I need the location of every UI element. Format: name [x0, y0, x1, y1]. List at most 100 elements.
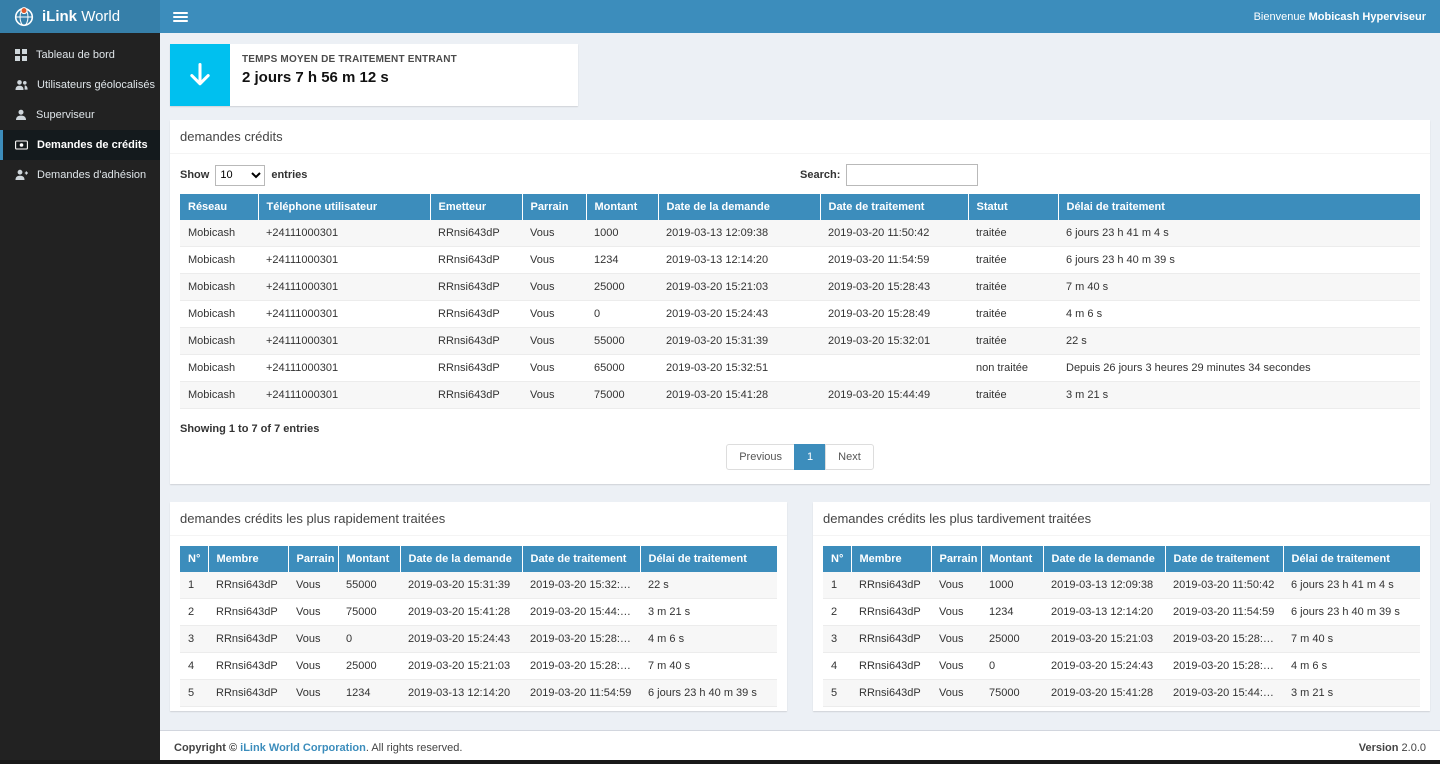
column-header[interactable]: Membre: [208, 546, 288, 572]
sidebar-item-credit-requests[interactable]: Demandes de crédits: [0, 130, 160, 160]
table-cell: Vous: [288, 599, 338, 626]
table-cell: Depuis 26 jours 3 heures 29 minutes 34 s…: [1058, 355, 1420, 382]
credits-icon: [15, 139, 28, 151]
table-row: 5RRnsi643dPVous750002019-03-20 15:41:282…: [823, 680, 1420, 707]
table-row: Mobicash+24111000301RRnsi643dPVous123420…: [180, 247, 1420, 274]
column-header[interactable]: Parrain: [931, 546, 981, 572]
sidebar-item-label: Demandes de crédits: [37, 139, 148, 151]
table-cell: 4: [823, 653, 851, 680]
sidebar-toggle-button[interactable]: [160, 0, 201, 33]
table-row: 4RRnsi643dPVous250002019-03-20 15:21:032…: [180, 653, 777, 680]
user-menu[interactable]: Bienvenue Mobicash Hyperviseur: [1254, 11, 1440, 23]
column-header[interactable]: Date de traitement: [522, 546, 640, 572]
table-cell: 65000: [586, 355, 658, 382]
table-cell: Mobicash: [180, 328, 258, 355]
table-cell: 25000: [338, 653, 400, 680]
table-cell: 2019-03-20 15:44:49: [522, 599, 640, 626]
table-cell: Vous: [288, 572, 338, 599]
table-cell: 2019-03-20 15:32:01: [820, 328, 968, 355]
column-header[interactable]: N°: [823, 546, 851, 572]
sidebar-item-supervisor[interactable]: Superviseur: [0, 100, 160, 130]
table-cell: 6 jours 23 h 40 m 39 s: [1058, 247, 1420, 274]
brand-logo-icon: [14, 7, 34, 27]
search-label: Search:: [800, 169, 840, 181]
search-box: Search:: [800, 164, 1420, 186]
column-header[interactable]: Parrain: [522, 194, 586, 220]
table-cell: 25000: [981, 626, 1043, 653]
table-cell: 2019-03-20 15:24:43: [1043, 653, 1165, 680]
column-header[interactable]: Date de la demande: [658, 194, 820, 220]
slowest-requests-table: N°MembreParrainMontantDate de la demande…: [823, 546, 1420, 707]
table-row: Mobicash+24111000301RRnsi643dPVous650002…: [180, 355, 1420, 382]
table-cell: 0: [586, 301, 658, 328]
table-cell: 2019-03-20 15:31:39: [658, 328, 820, 355]
column-header[interactable]: Délai de traitement: [1058, 194, 1420, 220]
column-header[interactable]: Montant: [981, 546, 1043, 572]
column-header[interactable]: Date de la demande: [1043, 546, 1165, 572]
table-cell: 2019-03-20 15:44:49: [1165, 680, 1283, 707]
table-cell: 75000: [586, 382, 658, 409]
search-input[interactable]: [846, 164, 978, 186]
table-cell: 1: [823, 572, 851, 599]
table-cell: Mobicash: [180, 382, 258, 409]
table-cell: 2019-03-20 15:32:01: [522, 572, 640, 599]
column-header[interactable]: Délai de traitement: [640, 546, 777, 572]
table-cell: Mobicash: [180, 274, 258, 301]
sidebar-item-membership-requests[interactable]: Demandes d'adhésion: [0, 160, 160, 190]
sidebar-item-dashboard[interactable]: Tableau de bord: [0, 40, 160, 70]
pagination-page-1-button[interactable]: 1: [794, 444, 826, 470]
entries-label: entries: [271, 169, 307, 181]
table-cell: 1000: [586, 220, 658, 247]
brand[interactable]: iLink World: [0, 0, 160, 33]
column-header[interactable]: Téléphone utilisateur: [258, 194, 430, 220]
column-header[interactable]: Montant: [338, 546, 400, 572]
column-header[interactable]: Statut: [968, 194, 1058, 220]
table-cell: RRnsi643dP: [208, 653, 288, 680]
table-cell: traitée: [968, 274, 1058, 301]
column-header[interactable]: Date de la demande: [400, 546, 522, 572]
table-cell: Vous: [288, 653, 338, 680]
sidebar-item-geolocated-users[interactable]: Utilisateurs géolocalisés: [0, 70, 160, 100]
column-header[interactable]: Montant: [586, 194, 658, 220]
table-cell: 3 m 21 s: [1283, 680, 1420, 707]
column-header[interactable]: Parrain: [288, 546, 338, 572]
column-header[interactable]: N°: [180, 546, 208, 572]
entries-select[interactable]: 10: [215, 165, 265, 186]
column-header[interactable]: Date de traitement: [1165, 546, 1283, 572]
table-cell: +24111000301: [258, 220, 430, 247]
column-header[interactable]: Délai de traitement: [1283, 546, 1420, 572]
copyright-prefix: Copyright ©: [174, 742, 240, 754]
version: Version 2.0.0: [1359, 742, 1426, 754]
table-row: Mobicash+24111000301RRnsi643dPVous250002…: [180, 274, 1420, 301]
table-cell: 2019-03-20 11:54:59: [820, 247, 968, 274]
table-cell: 22 s: [640, 572, 777, 599]
table-cell: 2019-03-20 15:28:43: [820, 274, 968, 301]
table-cell: 3 m 21 s: [1058, 382, 1420, 409]
table-header-row: N°MembreParrainMontantDate de la demande…: [823, 546, 1420, 572]
table-cell: 2019-03-13 12:14:20: [400, 680, 522, 707]
table-row: Mobicash+24111000301RRnsi643dPVous550002…: [180, 328, 1420, 355]
pagination-previous-button[interactable]: Previous: [726, 444, 795, 470]
bottom-panels-row: demandes crédits les plus rapidement tra…: [170, 502, 1430, 729]
pagination-next-button[interactable]: Next: [825, 444, 874, 470]
table-cell: Vous: [931, 680, 981, 707]
table-cell: 25000: [586, 274, 658, 301]
table-cell: Vous: [522, 247, 586, 274]
infobox-value: 2 jours 7 h 56 m 12 s: [242, 69, 457, 86]
column-header[interactable]: Membre: [851, 546, 931, 572]
table-cell: Mobicash: [180, 301, 258, 328]
pagination: Previous 1 Next: [170, 435, 1430, 484]
table-cell: RRnsi643dP: [430, 328, 522, 355]
sidebar: Tableau de bord Utilisateurs géolocalisé…: [0, 33, 160, 764]
table-cell: RRnsi643dP: [430, 274, 522, 301]
column-header[interactable]: Réseau: [180, 194, 258, 220]
table-cell: RRnsi643dP: [851, 599, 931, 626]
table-cell: 1234: [981, 599, 1043, 626]
column-header[interactable]: Date de traitement: [820, 194, 968, 220]
infobox-label: TEMPS MOYEN DE TRAITEMENT ENTRANT: [242, 54, 457, 65]
table-cell: 2019-03-20 15:31:39: [400, 572, 522, 599]
company-link[interactable]: iLink World Corporation: [240, 742, 366, 754]
table-cell: Vous: [931, 599, 981, 626]
table-cell: Mobicash: [180, 247, 258, 274]
column-header[interactable]: Emetteur: [430, 194, 522, 220]
